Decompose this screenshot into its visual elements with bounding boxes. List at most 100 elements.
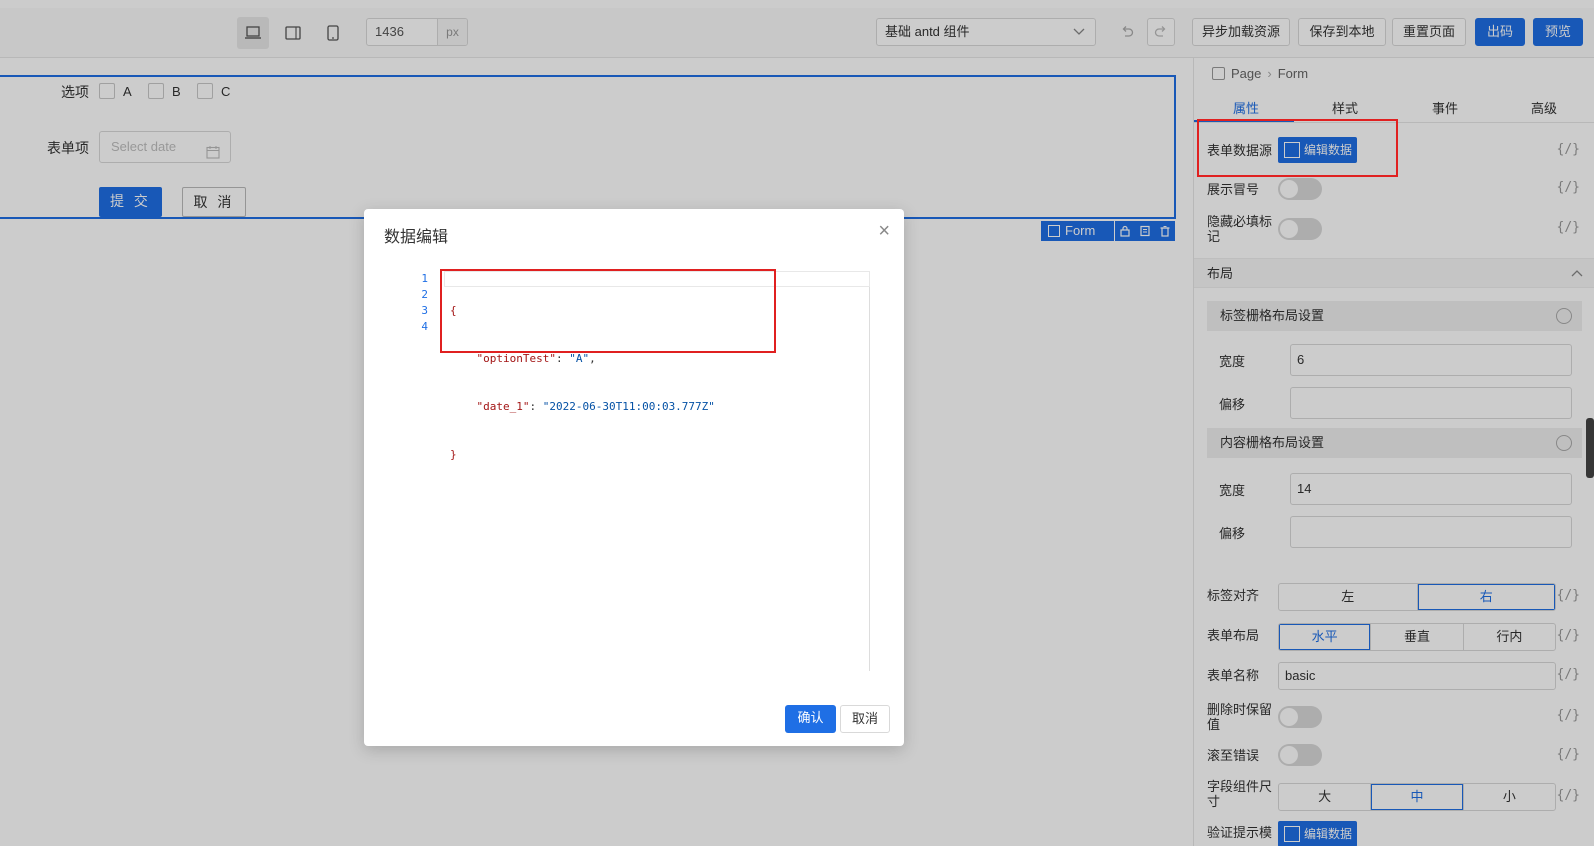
form-tag-label: Form (1065, 223, 1096, 238)
size-line2: 寸 (1207, 794, 1221, 809)
layout-horizontal-option[interactable]: 水平 (1279, 624, 1372, 650)
preserve-toggle[interactable] (1278, 706, 1322, 728)
canvas-width-value[interactable]: 1436 (367, 19, 437, 45)
form-name-label: 表单名称 (1207, 668, 1260, 683)
hide-required-line1: 隐藏必填标 (1207, 214, 1273, 229)
data-edit-modal: 数据编辑 × 1 2 3 4 { "optionTest": "A", "dat… (364, 209, 904, 746)
hide-required-code-icon[interactable]: {/} (1557, 220, 1580, 235)
redo-icon[interactable] (1147, 18, 1175, 46)
validate-edit-label: 编辑数据 (1304, 827, 1353, 841)
size-medium-option[interactable]: 中 (1371, 784, 1464, 810)
preserve-code-icon[interactable]: {/} (1557, 708, 1580, 723)
show-colon-label: 展示冒号 (1207, 182, 1260, 197)
app-root: 1436 px 基础 antd 组件 异步加载资源 保存到本地 重置页面 出码 … (0, 0, 1594, 846)
delete-icon[interactable] (1155, 221, 1175, 241)
size-label: 字段组件尺寸 (1207, 779, 1272, 809)
breadcrumb-form[interactable]: Form (1278, 66, 1308, 81)
content-offset-input[interactable] (1290, 516, 1572, 548)
close-icon[interactable]: × (878, 221, 890, 241)
component-library-select[interactable]: 基础 antd 组件 (876, 18, 1096, 46)
layout-inline-option[interactable]: 行内 (1464, 624, 1555, 650)
validate-edit-button[interactable]: 编辑数据 (1278, 821, 1357, 846)
tab-events[interactable]: 事件 (1432, 98, 1458, 117)
tablet-view-icon[interactable] (277, 17, 309, 49)
code-line: } (450, 448, 457, 461)
json-value: "A" (569, 352, 590, 365)
form-layout-label: 表单布局 (1207, 628, 1260, 643)
edit-icon (1284, 826, 1300, 842)
line-number: 1 (421, 272, 428, 285)
tab-style[interactable]: 样式 (1332, 98, 1358, 117)
json-key: "date_1" (476, 400, 530, 413)
line-number-gutter: 1 2 3 4 (398, 271, 428, 335)
async-load-button[interactable]: 异步加载资源 (1192, 18, 1290, 46)
reset-page-button[interactable]: 重置页面 (1392, 18, 1466, 46)
confirm-button[interactable]: 确认 (785, 705, 836, 733)
chevron-down-icon (1073, 19, 1085, 54)
modal-cancel-button[interactable]: 取消 (840, 705, 890, 733)
top-toolbar: 1436 px 基础 antd 组件 异步加载资源 保存到本地 重置页面 出码 … (0, 8, 1594, 58)
breadcrumb-page[interactable]: Page (1231, 66, 1261, 81)
preserve-line1: 删除时保留 (1207, 702, 1273, 717)
tab-properties[interactable]: 属性 (1233, 98, 1259, 117)
data-source-highlight (1197, 119, 1398, 177)
copy-icon[interactable] (1135, 221, 1155, 241)
hide-required-toggle[interactable] (1278, 218, 1322, 240)
form-name-code-icon[interactable]: {/} (1557, 667, 1580, 682)
show-colon-code-icon[interactable]: {/} (1557, 180, 1580, 195)
align-right-option[interactable]: 右 (1418, 584, 1556, 610)
lock-icon[interactable] (1115, 221, 1135, 241)
checkbox-b[interactable] (148, 83, 164, 99)
cancel-button[interactable]: 取 消 (182, 187, 246, 217)
panel-scrollbar[interactable] (1586, 418, 1594, 478)
form-name-input[interactable]: basic (1278, 662, 1556, 690)
undo-icon[interactable] (1113, 18, 1141, 46)
size-large-option[interactable]: 大 (1279, 784, 1372, 810)
size-small-option[interactable]: 小 (1464, 784, 1555, 810)
label-align-code-icon[interactable]: {/} (1557, 588, 1580, 603)
size-segmented[interactable]: 大 中 小 (1278, 783, 1556, 811)
content-offset-label: 偏移 (1219, 526, 1246, 541)
tab-advanced[interactable]: 高级 (1531, 98, 1557, 117)
mobile-view-icon[interactable] (317, 17, 349, 49)
desktop-view-icon[interactable] (237, 17, 269, 49)
scroll-error-code-icon[interactable]: {/} (1557, 747, 1580, 762)
checkbox-b-label: B (172, 84, 181, 99)
layout-section-header[interactable]: 布局 (1194, 258, 1594, 288)
align-left-option[interactable]: 左 (1279, 584, 1418, 610)
json-value: "2022-06-30T11:00:03.777Z" (542, 400, 715, 413)
export-code-button[interactable]: 出码 (1475, 18, 1525, 46)
modal-title: 数据编辑 (384, 229, 449, 246)
label-grid-header: 标签栅格布局设置 (1207, 301, 1582, 331)
component-library-value: 基础 antd 组件 (885, 24, 970, 39)
preserve-line2: 值 (1207, 717, 1221, 732)
data-source-code-icon[interactable]: {/} (1557, 142, 1580, 157)
checkbox-a[interactable] (99, 83, 115, 99)
line-number: 2 (421, 288, 428, 301)
label-offset-input[interactable] (1290, 387, 1572, 419)
save-local-button[interactable]: 保存到本地 (1298, 18, 1386, 46)
label-align-segmented[interactable]: 左 右 (1278, 583, 1556, 611)
form-layout-code-icon[interactable]: {/} (1557, 628, 1580, 643)
layout-vertical-option[interactable]: 垂直 (1371, 624, 1464, 650)
checkbox-c[interactable] (197, 83, 213, 99)
submit-button[interactable]: 提 交 (99, 187, 162, 217)
json-highlight (440, 269, 776, 353)
layout-section-title: 布局 (1207, 266, 1234, 281)
form-layout-segmented[interactable]: 水平 垂直 行内 (1278, 623, 1556, 651)
swap-icon[interactable] (1556, 435, 1572, 451)
content-width-input[interactable]: 14 (1290, 473, 1572, 505)
option-label: 选项 (61, 84, 89, 100)
scroll-error-label: 滚至错误 (1207, 748, 1260, 763)
scroll-error-toggle[interactable] (1278, 744, 1322, 766)
json-key: "optionTest" (476, 352, 556, 365)
canvas-width-input[interactable]: 1436 px (366, 18, 468, 46)
preview-button[interactable]: 预览 (1533, 18, 1583, 46)
swap-icon[interactable] (1556, 308, 1572, 324)
date-picker-input[interactable]: Select date (99, 131, 231, 163)
chevron-right-icon: › (1267, 66, 1272, 81)
form-component-tag[interactable]: Form (1041, 221, 1114, 241)
label-width-input[interactable]: 6 (1290, 344, 1572, 376)
show-colon-toggle[interactable] (1278, 178, 1322, 200)
size-code-icon[interactable]: {/} (1557, 788, 1580, 803)
